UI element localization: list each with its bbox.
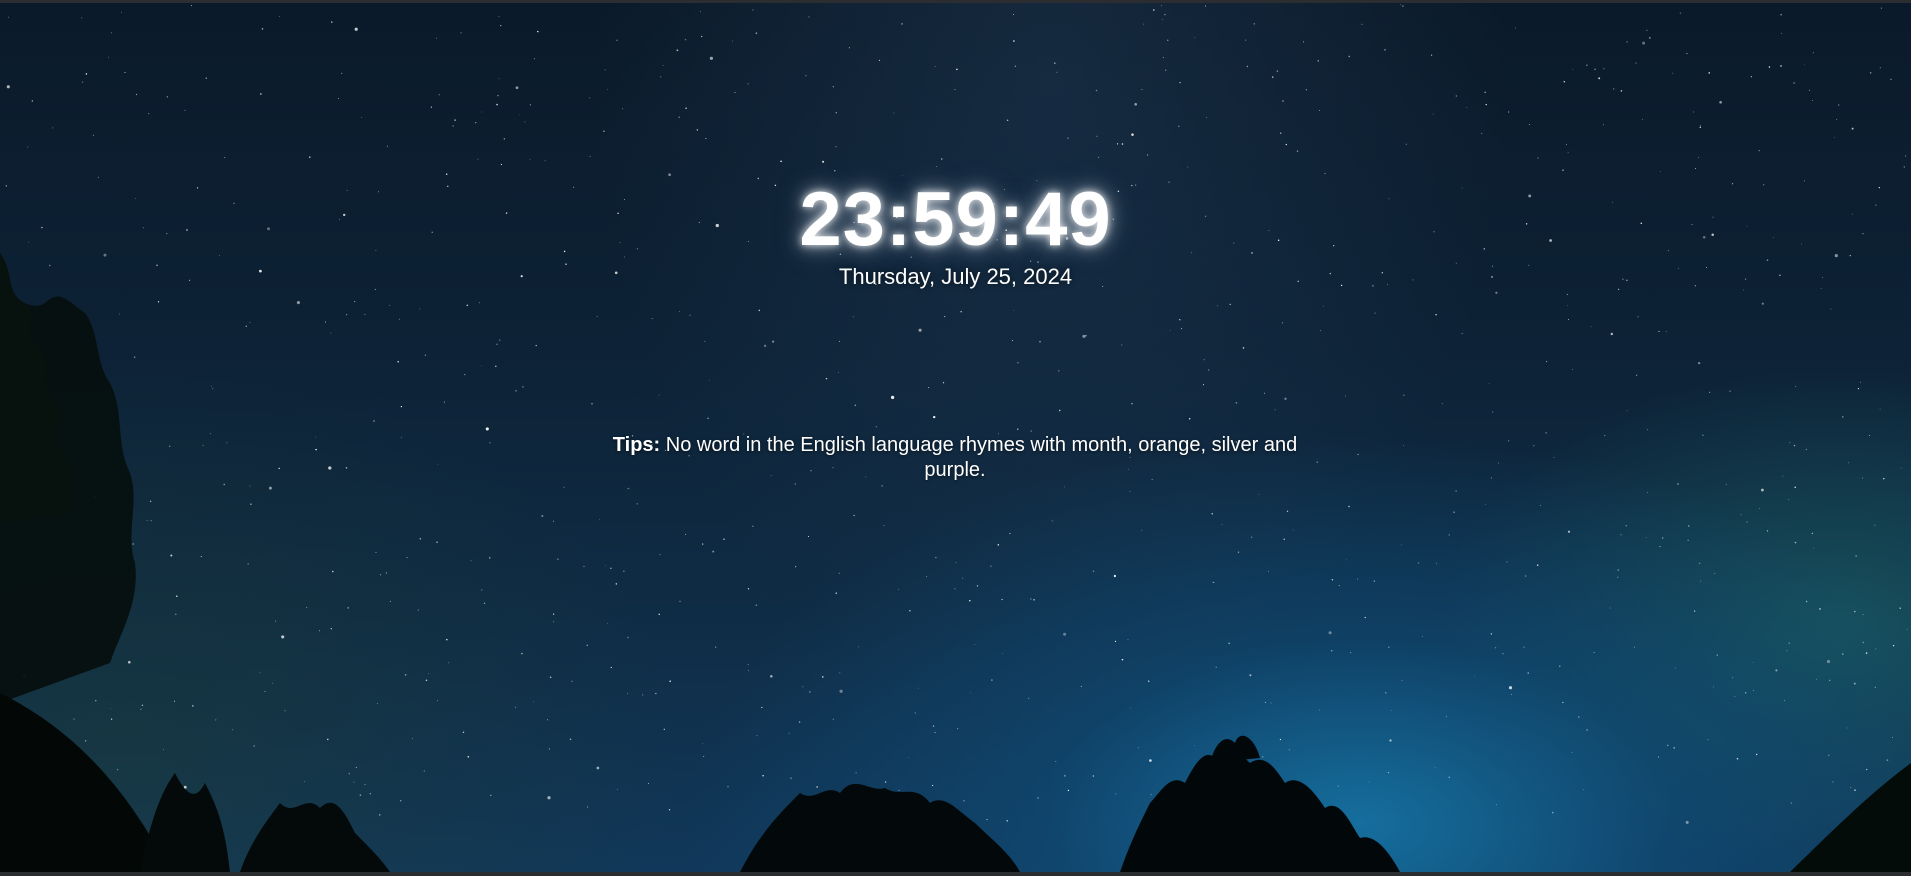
clock-widget: 23:59:49 Thursday, July 25, 2024 [0,175,1911,291]
new-tab-page: 23:59:49 Thursday, July 25, 2024 Tips: N… [0,3,1911,872]
tip-of-the-day: Tips: No word in the English language rh… [580,433,1330,483]
tips-label: Tips: [612,434,666,456]
clock-date: Thursday, July 25, 2024 [838,264,1073,289]
tips-text: No word in the English language rhymes w… [665,434,1298,481]
clock-time: 23:59:49 [799,177,1112,262]
